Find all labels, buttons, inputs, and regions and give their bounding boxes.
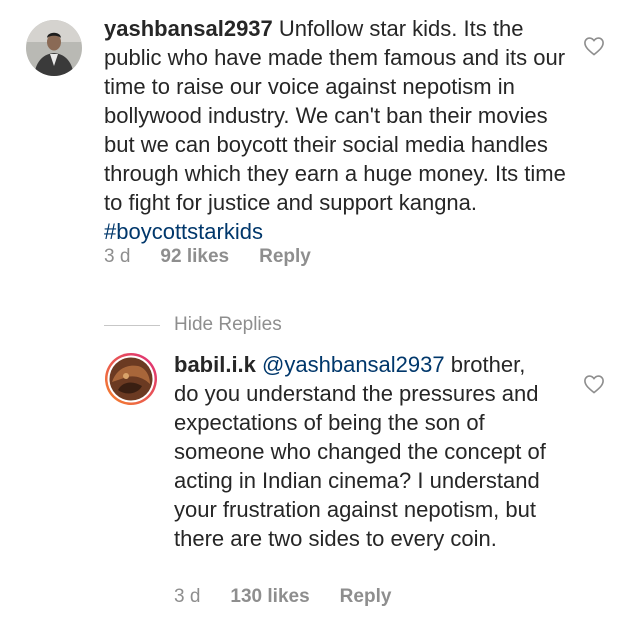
avatar[interactable] [26,20,82,76]
comment-text: yashbansal2937 Unfollow star kids. Its t… [104,14,574,246]
hashtag-link[interactable]: #boycottstarkids [104,219,263,244]
heart-icon[interactable] [583,374,605,394]
reply-button[interactable]: Reply [259,246,311,268]
divider [104,324,160,326]
timestamp: 3 d [174,586,201,607]
hide-replies-button[interactable]: Hide Replies [104,314,282,336]
username-link[interactable]: babil.i.k [174,352,256,377]
comment-text: babil.i.k @yashbansal2937 brother, do yo… [174,350,554,553]
reply-button[interactable]: Reply [340,586,392,608]
likes-count[interactable]: 92 likes [160,246,229,268]
profile-photo-icon [105,353,157,405]
hide-replies-label: Hide Replies [174,314,282,335]
comment-body: brother, do you understand the pressures… [174,352,546,551]
mention-link[interactable]: @yashbansal2937 [262,352,445,377]
profile-photo-icon [26,20,82,76]
comment-body: Unfollow star kids. Its the public who h… [104,16,566,215]
avatar[interactable] [104,352,158,406]
heart-icon[interactable] [583,36,605,56]
username-link[interactable]: yashbansal2937 [104,16,273,41]
comment-meta: 3 d 92 likes Reply [104,246,311,268]
likes-count[interactable]: 130 likes [230,586,309,608]
comment-meta: 3 d 130 likes Reply [174,586,391,608]
timestamp: 3 d [104,246,131,267]
